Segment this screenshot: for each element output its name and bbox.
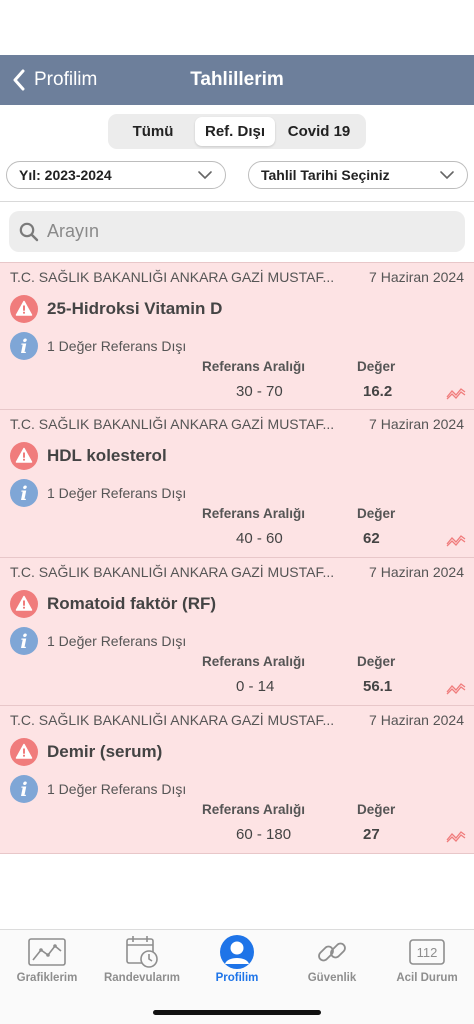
- home-indicator: [153, 1010, 321, 1015]
- person-icon: [220, 935, 254, 969]
- tab-randevularim[interactable]: Randevularım: [95, 934, 189, 984]
- result-value: 16.2: [363, 383, 393, 400]
- calendar-clock-icon: [126, 936, 158, 968]
- result-value: 27: [363, 826, 380, 843]
- value-header: Değer: [357, 506, 396, 521]
- out-of-range-count: 1 Değer Referans Dışı: [47, 338, 187, 354]
- trend-chart-icon[interactable]: [446, 533, 466, 547]
- back-button[interactable]: Profilim: [12, 55, 97, 105]
- info-icon: i: [10, 775, 38, 803]
- segmented-control: Tümü Ref. Dışı Covid 19: [108, 114, 366, 149]
- value-header: Değer: [357, 359, 396, 374]
- reference-range: 60 - 180: [236, 826, 292, 843]
- search-icon: [19, 222, 39, 241]
- tab-profilim[interactable]: Profilim: [190, 934, 284, 984]
- chart-icon: [28, 938, 66, 966]
- info-icon: i: [10, 627, 38, 655]
- trend-chart-icon[interactable]: [446, 386, 466, 400]
- svg-text:i: i: [20, 336, 27, 358]
- out-of-range-count: 1 Değer Referans Dışı: [47, 781, 187, 797]
- tab-grafiklerim[interactable]: Grafiklerim: [0, 934, 94, 984]
- year-select[interactable]: Yıl: 2023-2024: [6, 161, 226, 189]
- navbar: Profilim Tahlillerim: [0, 55, 474, 105]
- range-header: Referans Aralığı: [202, 654, 306, 669]
- segment-all[interactable]: Tümü: [111, 117, 195, 146]
- date-select[interactable]: Tahlil Tarihi Seçiniz: [248, 161, 468, 189]
- range-header: Referans Aralığı: [202, 506, 306, 521]
- trend-chart-icon[interactable]: [446, 829, 466, 843]
- reference-range: 40 - 60: [236, 530, 283, 547]
- test-name: HDL kolesterol: [47, 446, 167, 465]
- tab-label: Güvenlik: [307, 972, 357, 984]
- result-value: 56.1: [363, 678, 393, 695]
- tab-label: Grafiklerim: [16, 972, 78, 984]
- result-date: 7 Haziran 2024: [369, 269, 464, 285]
- chevron-down-icon: [440, 171, 454, 180]
- test-name: 25-Hidroksi Vitamin D: [47, 299, 223, 318]
- result-card[interactable]: T.C. SAĞLIK BAKANLIĞI ANKARA GAZİ MUSTAF…: [0, 262, 474, 410]
- link-icon: [318, 942, 346, 962]
- result-card[interactable]: T.C. SAĞLIK BAKANLIĞI ANKARA GAZİ MUSTAF…: [0, 410, 474, 558]
- chevron-down-icon: [198, 171, 212, 180]
- result-card[interactable]: T.C. SAĞLIK BAKANLIĞI ANKARA GAZİ MUSTAF…: [0, 706, 474, 854]
- tab-acil-durum[interactable]: 112 Acil Durum: [380, 934, 474, 984]
- lab-name: T.C. SAĞLIK BAKANLIĞI ANKARA GAZİ MUSTAF…: [10, 712, 335, 728]
- trend-chart-icon[interactable]: [446, 681, 466, 695]
- warning-icon: [10, 442, 38, 470]
- value-header: Değer: [357, 654, 396, 669]
- tab-label: Randevularım: [103, 972, 181, 984]
- warning-icon: [10, 295, 38, 323]
- result-date: 7 Haziran 2024: [369, 712, 464, 728]
- tab-guvenlik[interactable]: Güvenlik: [285, 934, 379, 984]
- results-list: T.C. SAĞLIK BAKANLIĞI ANKARA GAZİ MUSTAF…: [0, 262, 474, 854]
- segment-out-of-range[interactable]: Ref. Dışı: [195, 117, 275, 146]
- warning-icon: [10, 590, 38, 618]
- lab-name: T.C. SAĞLIK BAKANLIĞI ANKARA GAZİ MUSTAF…: [10, 564, 335, 580]
- result-date: 7 Haziran 2024: [369, 564, 464, 580]
- test-name: Romatoid faktör (RF): [47, 594, 217, 613]
- svg-text:i: i: [20, 483, 27, 505]
- search-input[interactable]: [47, 221, 427, 242]
- result-card[interactable]: T.C. SAĞLIK BAKANLIĞI ANKARA GAZİ MUSTAF…: [0, 558, 474, 706]
- info-icon: i: [10, 479, 38, 507]
- lab-name: T.C. SAĞLIK BAKANLIĞI ANKARA GAZİ MUSTAF…: [10, 416, 335, 432]
- range-header: Referans Aralığı: [202, 359, 306, 374]
- info-icon: i: [10, 332, 38, 360]
- reference-range: 0 - 14: [236, 678, 275, 695]
- reference-range: 30 - 70: [236, 383, 283, 400]
- warning-icon: [10, 738, 38, 766]
- svg-text:112: 112: [417, 945, 438, 960]
- back-label: Profilim: [34, 69, 98, 90]
- range-header: Referans Aralığı: [202, 802, 306, 817]
- value-header: Değer: [357, 802, 396, 817]
- result-date: 7 Haziran 2024: [369, 416, 464, 432]
- divider: [0, 201, 474, 202]
- segment-covid[interactable]: Covid 19: [275, 117, 363, 146]
- search-bar: [9, 211, 465, 252]
- result-value: 62: [363, 530, 380, 547]
- tab-label: Profilim: [215, 972, 259, 984]
- year-select-value: Yıl: 2023-2024: [19, 167, 112, 183]
- svg-text:i: i: [20, 631, 27, 653]
- test-name: Demir (serum): [47, 742, 163, 761]
- date-select-value: Tahlil Tarihi Seçiniz: [261, 167, 390, 183]
- chevron-left-icon: [13, 69, 25, 91]
- emergency-112-icon: 112: [409, 939, 445, 965]
- out-of-range-count: 1 Değer Referans Dışı: [47, 633, 187, 649]
- status-bar-area: [0, 0, 474, 55]
- out-of-range-count: 1 Değer Referans Dışı: [47, 485, 187, 501]
- lab-name: T.C. SAĞLIK BAKANLIĞI ANKARA GAZİ MUSTAF…: [10, 269, 335, 285]
- tab-label: Acil Durum: [396, 972, 458, 984]
- svg-text:i: i: [20, 779, 27, 801]
